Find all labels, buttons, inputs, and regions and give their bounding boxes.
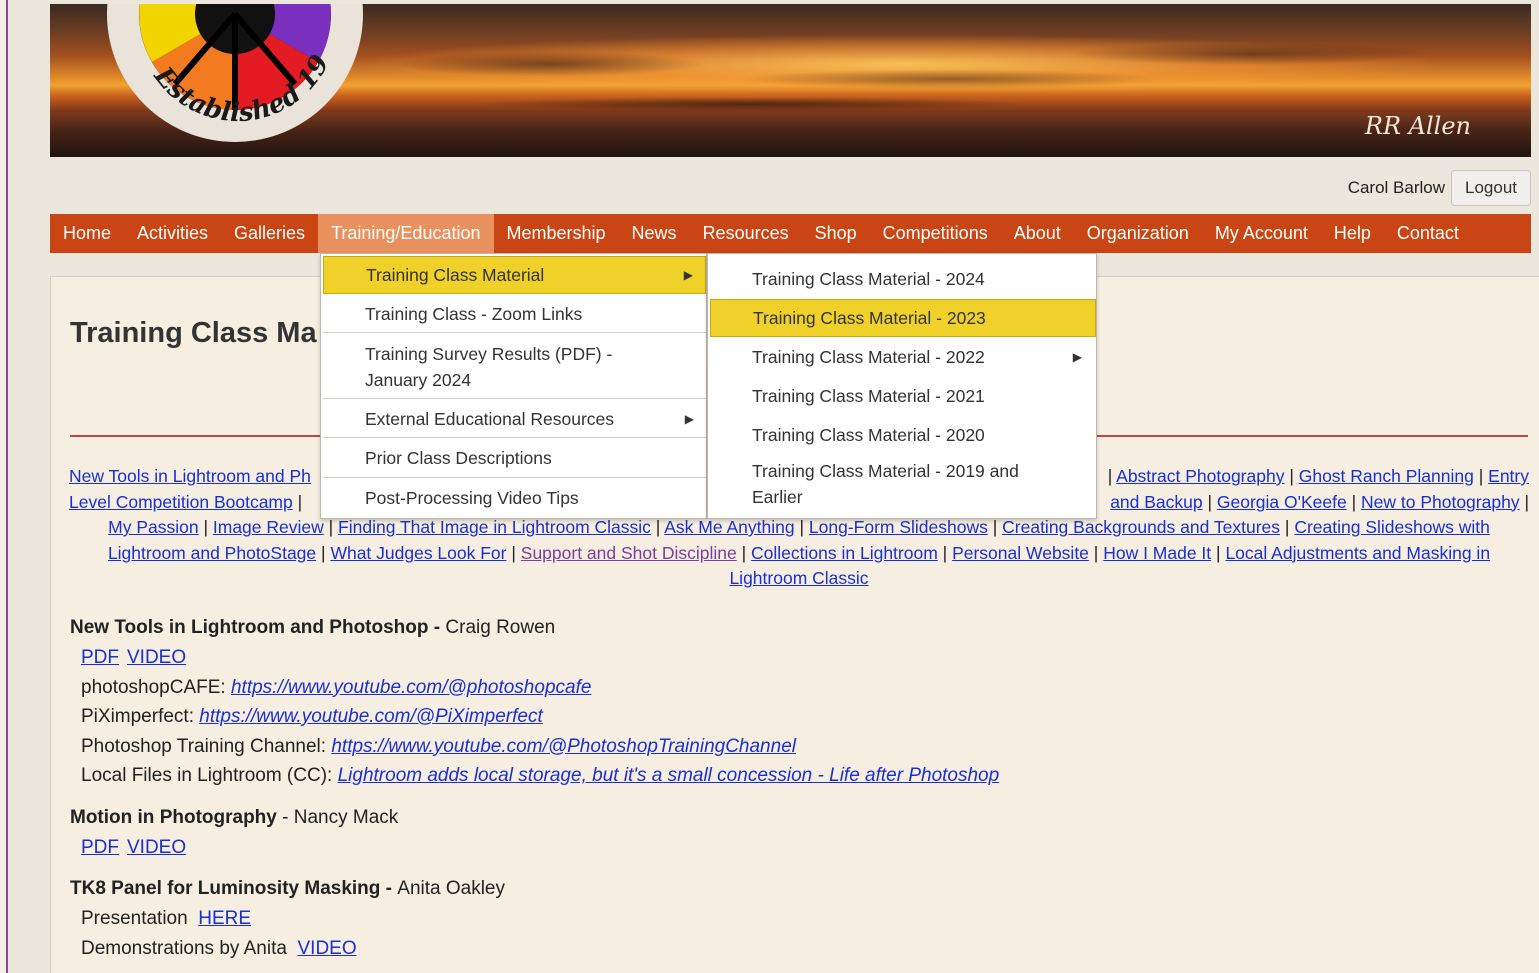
menu-item-external-resources[interactable]: External Educational Resources ▶ — [323, 400, 706, 438]
index-link[interactable]: Local Adjustments and Masking in — [1225, 543, 1490, 563]
user-name: Carol Barlow — [1347, 178, 1445, 197]
nav-organization[interactable]: Organization — [1074, 214, 1202, 253]
menu-item-survey-results[interactable]: Training Survey Results (PDF) - January … — [323, 334, 706, 399]
nav-resources[interactable]: Resources — [690, 214, 802, 253]
nav-shop[interactable]: Shop — [802, 214, 870, 253]
index-link[interactable]: Personal Website — [952, 543, 1089, 563]
menu-item-material-2020[interactable]: Training Class Material - 2020 — [710, 416, 1096, 454]
menu-item-material-2023[interactable]: Training Class Material - 2023 — [710, 299, 1096, 337]
resource-link[interactable]: Lightroom adds local storage, but it's a… — [338, 765, 1000, 786]
material-submenu: Training Class Material - 2024 Training … — [707, 253, 1097, 519]
video-link[interactable]: VIDEO — [127, 837, 186, 858]
nav-my-account[interactable]: My Account — [1202, 214, 1321, 253]
nav-help[interactable]: Help — [1321, 214, 1384, 253]
menu-item-prior-descriptions[interactable]: Prior Class Descriptions — [323, 439, 706, 478]
index-link[interactable]: What Judges Look For — [330, 543, 506, 563]
index-link[interactable]: Long-Form Slideshows — [809, 517, 988, 537]
index-link[interactable]: Ask Me Anything — [664, 517, 794, 537]
section-presenter: Craig Rowen — [445, 617, 556, 638]
nav-competitions[interactable]: Competitions — [870, 214, 1001, 253]
section-tk8: TK8 Panel for Luminosity Masking - Anita… — [70, 878, 506, 959]
club-logo[interactable]: Established 1984 — [105, 4, 365, 144]
section-new-tools: New Tools in Lightroom and Photoshop - C… — [70, 617, 1000, 786]
index-link[interactable]: Lightroom and PhotoStage — [108, 543, 316, 563]
menu-item-zoom-links[interactable]: Training Class - Zoom Links — [323, 295, 706, 333]
section-title: Motion in Photography — [70, 806, 277, 828]
index-link[interactable]: Georgia O'Keefe — [1217, 492, 1347, 512]
index-link[interactable]: Level Competition Bootcamp — [69, 492, 293, 512]
section-motion: Motion in Photography - Nancy Mack PDF VI… — [70, 806, 399, 858]
video-link[interactable]: VIDEO — [298, 938, 357, 959]
menu-item-material-2024[interactable]: Training Class Material - 2024 — [710, 260, 1096, 298]
nav-training-education[interactable]: Training/Education — [318, 214, 494, 253]
main-nav: Home Activities Galleries Training/Educa… — [50, 214, 1531, 253]
user-bar: Carol Barlow Logout — [1348, 170, 1531, 206]
index-link[interactable]: Creating Backgrounds and Textures — [1002, 517, 1280, 537]
menu-item-material-2022[interactable]: Training Class Material - 2022 ▶ — [710, 338, 1096, 376]
index-link[interactable]: Support and Shot Discipline — [521, 543, 737, 563]
section-presenter: Anita Oakley — [397, 878, 506, 899]
index-link[interactable]: Entry — [1488, 466, 1529, 486]
nav-membership[interactable]: Membership — [494, 214, 619, 253]
class-sections: New Tools in Lightroom and Photoshop - C… — [70, 613, 1470, 973]
index-link[interactable]: and Backup — [1110, 492, 1202, 512]
menu-item-material-2019[interactable]: Training Class Material - 2019 and Earli… — [710, 458, 1096, 518]
nav-about[interactable]: About — [1001, 214, 1074, 253]
menu-item-training-class-material[interactable]: Training Class Material ▶ — [323, 256, 706, 294]
index-link[interactable]: Lightroom Classic — [729, 568, 868, 588]
nav-galleries[interactable]: Galleries — [221, 214, 318, 253]
nav-contact[interactable]: Contact — [1384, 214, 1472, 253]
index-link[interactable]: Ghost Ranch Planning — [1299, 466, 1474, 486]
logout-button[interactable]: Logout — [1451, 170, 1531, 206]
nav-home[interactable]: Home — [50, 214, 124, 253]
nav-news[interactable]: News — [619, 214, 690, 253]
here-link[interactable]: HERE — [198, 908, 251, 929]
index-link[interactable]: Abstract Photography — [1116, 466, 1284, 486]
index-link[interactable]: New to Photography — [1361, 492, 1520, 512]
pdf-link[interactable]: PDF — [81, 647, 119, 668]
pdf-link[interactable]: PDF — [81, 837, 119, 858]
submenu-arrow-icon: ▶ — [683, 268, 693, 282]
section-title: New Tools in Lightroom and Photoshop — [70, 617, 429, 638]
resource-link[interactable]: https://www.youtube.com/@PhotoshopTraini… — [331, 736, 796, 757]
index-link[interactable]: How I Made It — [1103, 543, 1211, 563]
page-title: Training Class Ma — [70, 317, 317, 349]
menu-item-material-2021[interactable]: Training Class Material - 2021 — [710, 377, 1096, 415]
resource-link[interactable]: https://www.youtube.com/@PiXimperfect — [199, 706, 542, 727]
training-dropdown: Training Class Material ▶ Training Class… — [320, 253, 707, 519]
index-link[interactable]: New Tools in Lightroom and Ph — [69, 464, 311, 490]
video-link[interactable]: VIDEO — [127, 647, 186, 668]
resource-link[interactable]: https://www.youtube.com/@photoshopcafe — [231, 677, 591, 698]
index-link[interactable]: My Passion — [108, 517, 198, 537]
section-presenter: Nancy Mack — [293, 806, 399, 828]
window-left-border — [0, 0, 8, 973]
submenu-arrow-icon: ▶ — [1072, 350, 1082, 364]
index-link[interactable]: Finding That Image in Lightroom Classic — [338, 517, 651, 537]
header-banner: Established 1984 RR Allen — [50, 4, 1531, 157]
index-link[interactable]: Creating Slideshows with — [1294, 517, 1490, 537]
submenu-arrow-icon: ▶ — [684, 412, 694, 426]
section-title: TK8 Panel for Luminosity Masking — [70, 878, 381, 899]
nav-activities[interactable]: Activities — [124, 214, 221, 253]
index-link[interactable]: Collections in Lightroom — [751, 543, 938, 563]
photo-signature: RR Allen — [1364, 112, 1471, 140]
menu-item-video-tips[interactable]: Post-Processing Video Tips — [323, 479, 706, 517]
index-link[interactable]: Image Review — [213, 517, 324, 537]
